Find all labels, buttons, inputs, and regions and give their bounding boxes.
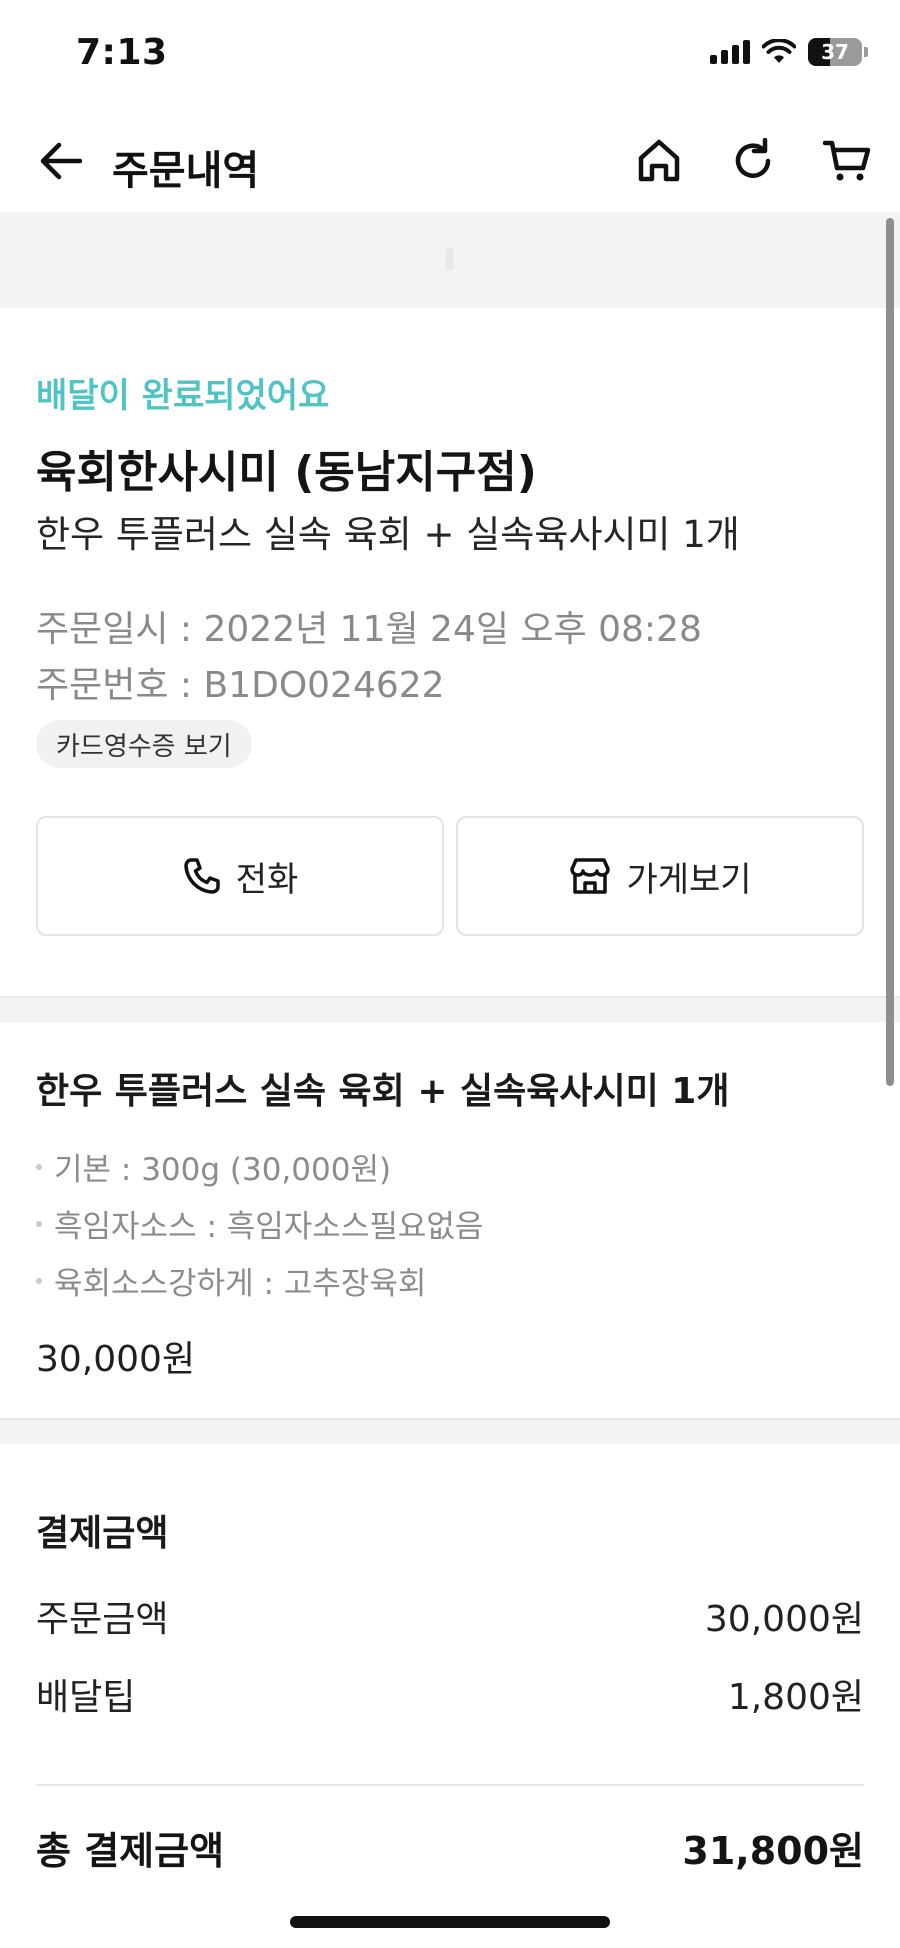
view-store-button[interactable]: 가게보기: [456, 816, 864, 936]
payment-divider: [36, 1784, 864, 1786]
status-bar: 7:13 37: [0, 0, 900, 110]
option-item: 육회소스강하게 : 고추장육회: [36, 1252, 483, 1309]
home-icon: [638, 139, 680, 182]
wifi-icon: [762, 39, 796, 63]
cart-button[interactable]: [818, 132, 876, 190]
call-button[interactable]: 전화: [36, 816, 444, 936]
bullet-icon: [36, 1277, 42, 1284]
option-item: 흑임자소스 : 흑임자소스필요없음: [36, 1195, 483, 1252]
app-header: 주문내역: [0, 110, 900, 212]
battery-level: 37: [821, 40, 849, 64]
page-title: 주문내역: [112, 148, 260, 194]
back-arrow-icon: [40, 142, 82, 180]
refresh-icon: [735, 138, 771, 178]
home-indicator[interactable]: [290, 1916, 610, 1928]
order-date: 주문일시 : 2022년 11월 24일 오후 08:28: [36, 609, 702, 650]
option-list: 기본 : 300g (30,000원) 흑임자소스 : 흑임자소스필요없음 육회…: [36, 1138, 483, 1309]
banner-indicator: [446, 248, 454, 270]
status-icons: 37: [710, 38, 868, 66]
menu-title: 한우 투플러스 실속 육회 + 실속육사시미 1개: [36, 1071, 730, 1112]
card-receipt-button[interactable]: 카드영수증 보기: [36, 720, 252, 768]
battery-icon: 37: [808, 38, 862, 66]
phone-icon: [183, 858, 220, 894]
section-divider: [0, 996, 900, 1022]
total-row: 총 결제금액 31,800원: [36, 1820, 864, 1875]
delivery-status: 배달이 완료되었어요: [36, 376, 330, 416]
delivery-tip-value: 1,800원: [727, 1677, 864, 1718]
order-amount-label: 주문금액: [36, 1599, 169, 1640]
order-items-summary: 한우 투플러스 실속 육회 + 실속육사시미 1개: [36, 513, 740, 556]
order-amount-value: 30,000원: [704, 1599, 864, 1640]
banner-area: [0, 212, 900, 308]
option-item: 기본 : 300g (30,000원): [36, 1138, 483, 1195]
status-time: 7:13: [76, 32, 168, 73]
payment-summary: 결제금액 주문금액 30,000원 배달팁 1,800원 총 결제금액 31,8…: [0, 1444, 900, 1948]
bullet-icon: [36, 1220, 42, 1227]
menu-details: 한우 투플러스 실속 육회 + 실속육사시미 1개 기본 : 300g (30,…: [0, 1022, 900, 1418]
home-button[interactable]: [630, 132, 688, 190]
menu-price: 30,000원: [36, 1339, 196, 1380]
total-value: 31,800원: [682, 1829, 864, 1873]
store-icon: [570, 858, 611, 894]
view-store-label: 가게보기: [626, 859, 752, 900]
order-amount-row: 주문금액 30,000원: [36, 1590, 864, 1642]
total-label: 총 결제금액: [36, 1829, 225, 1873]
store-name: 육회한사시미 (동남지구점): [36, 447, 537, 498]
payment-title: 결제금액: [36, 1513, 169, 1554]
refresh-button[interactable]: [724, 132, 782, 190]
header-actions: [630, 132, 876, 190]
order-number: 주문번호 : B1DO024622: [36, 665, 445, 706]
delivery-tip-row: 배달팁 1,800원: [36, 1668, 864, 1720]
back-button[interactable]: [34, 134, 88, 188]
scrollbar[interactable]: [886, 218, 894, 1086]
bullet-icon: [36, 1163, 42, 1170]
delivery-tip-label: 배달팁: [36, 1677, 136, 1718]
cart-icon: [822, 140, 871, 181]
call-button-label: 전화: [235, 859, 299, 900]
section-divider: [0, 1418, 900, 1444]
cellular-signal-icon: [710, 40, 750, 64]
order-summary: 배달이 완료되었어요 육회한사시미 (동남지구점) 한우 투플러스 실속 육회 …: [0, 308, 900, 996]
